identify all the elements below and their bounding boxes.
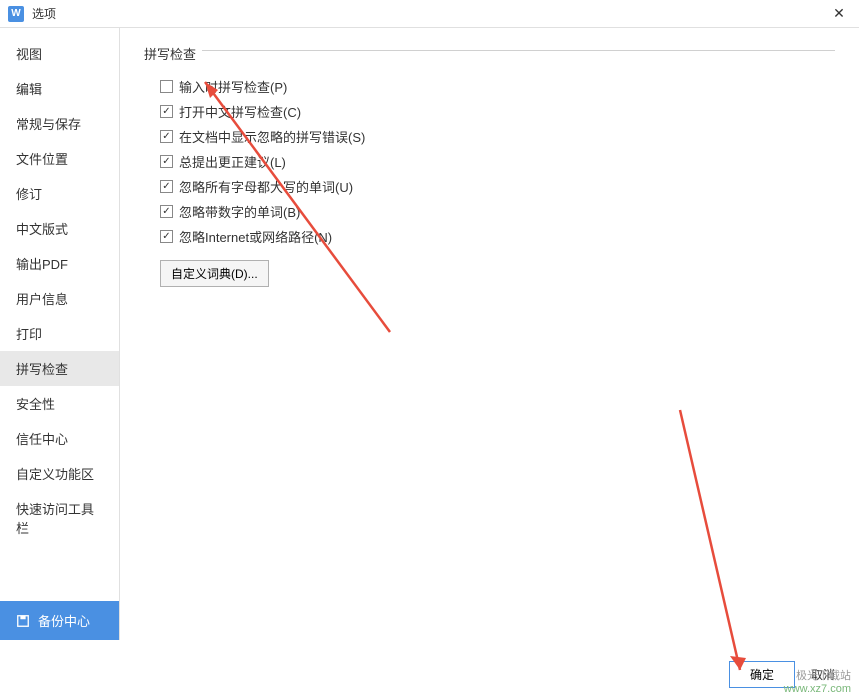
- option-chinese-spellcheck: 打开中文拼写检查(C): [160, 102, 835, 121]
- backup-center-label: 备份中心: [38, 611, 90, 630]
- fieldset-divider: [202, 50, 835, 51]
- option-ignore-numbers: 忽略带数字的单词(B): [160, 202, 835, 221]
- sidebar-item-spellcheck[interactable]: 拼写检查: [0, 351, 119, 386]
- option-label: 总提出更正建议(L): [179, 152, 286, 171]
- option-show-ignored: 在文档中显示忽略的拼写错误(S): [160, 127, 835, 146]
- checkbox-ignore-internet[interactable]: [160, 230, 173, 243]
- titlebar: W 选项 ✕: [0, 0, 859, 28]
- option-label: 输入时拼写检查(P): [179, 77, 287, 96]
- sidebar-item-trust-center[interactable]: 信任中心: [0, 421, 119, 456]
- checkbox-show-ignored[interactable]: [160, 130, 173, 143]
- option-suggest-corrections: 总提出更正建议(L): [160, 152, 835, 171]
- option-label: 忽略带数字的单词(B): [179, 202, 300, 221]
- sidebar-item-output-pdf[interactable]: 输出PDF: [0, 246, 119, 281]
- sidebar: 视图 编辑 常规与保存 文件位置 修订 中文版式 输出PDF 用户信息 打印 拼…: [0, 28, 120, 640]
- backup-icon: [16, 614, 30, 628]
- option-label: 忽略所有字母都大写的单词(U): [179, 177, 353, 196]
- sidebar-item-file-location[interactable]: 文件位置: [0, 141, 119, 176]
- checkbox-ignore-numbers[interactable]: [160, 205, 173, 218]
- sidebar-item-custom-ribbon[interactable]: 自定义功能区: [0, 456, 119, 491]
- app-icon: W: [8, 6, 24, 22]
- main-panel: 拼写检查 输入时拼写检查(P) 打开中文拼写检查(C) 在文档中显示忽略的拼写错…: [120, 28, 859, 640]
- sidebar-item-security[interactable]: 安全性: [0, 386, 119, 421]
- custom-dictionary-button[interactable]: 自定义词典(D)...: [160, 260, 269, 287]
- watermark: 极光下载站 www.xz7.com: [784, 670, 851, 696]
- backup-center-button[interactable]: 备份中心: [0, 601, 119, 640]
- sidebar-item-user-info[interactable]: 用户信息: [0, 281, 119, 316]
- close-button[interactable]: ✕: [827, 2, 851, 26]
- content-area: 视图 编辑 常规与保存 文件位置 修订 中文版式 输出PDF 用户信息 打印 拼…: [0, 28, 859, 640]
- options-group: 输入时拼写检查(P) 打开中文拼写检查(C) 在文档中显示忽略的拼写错误(S) …: [160, 77, 835, 246]
- option-label: 在文档中显示忽略的拼写错误(S): [179, 127, 365, 146]
- sidebar-item-view[interactable]: 视图: [0, 36, 119, 71]
- option-label: 忽略Internet或网络路径(N): [179, 227, 332, 246]
- sidebar-item-edit[interactable]: 编辑: [0, 71, 119, 106]
- fieldset-label: 拼写检查: [144, 44, 835, 63]
- checkbox-chinese-spellcheck[interactable]: [160, 105, 173, 118]
- option-label: 打开中文拼写检查(C): [179, 102, 301, 121]
- checkbox-suggest-corrections[interactable]: [160, 155, 173, 168]
- sidebar-item-chinese-layout[interactable]: 中文版式: [0, 211, 119, 246]
- checkbox-ignore-uppercase[interactable]: [160, 180, 173, 193]
- option-ignore-uppercase: 忽略所有字母都大写的单词(U): [160, 177, 835, 196]
- sidebar-item-quick-access[interactable]: 快速访问工具栏: [0, 491, 119, 545]
- sidebar-spacer: [0, 545, 119, 601]
- sidebar-item-print[interactable]: 打印: [0, 316, 119, 351]
- checkbox-spellcheck-typing[interactable]: [160, 80, 173, 93]
- sidebar-item-revision[interactable]: 修订: [0, 176, 119, 211]
- titlebar-title: 选项: [32, 5, 827, 22]
- sidebar-item-general-save[interactable]: 常规与保存: [0, 106, 119, 141]
- option-ignore-internet: 忽略Internet或网络路径(N): [160, 227, 835, 246]
- watermark-brand: 极光下载站: [784, 670, 851, 683]
- watermark-url: www.xz7.com: [784, 683, 851, 696]
- option-spellcheck-typing: 输入时拼写检查(P): [160, 77, 835, 96]
